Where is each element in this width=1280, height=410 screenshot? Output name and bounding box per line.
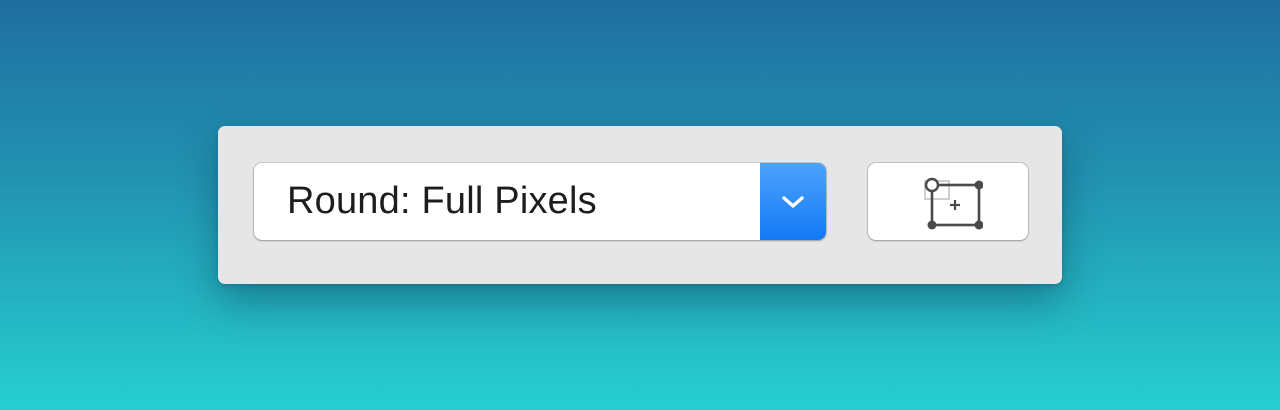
rounding-select-value: Round: Full Pixels — [287, 180, 597, 222]
resize-frame-button[interactable] — [868, 163, 1028, 240]
chevron-down-icon — [782, 195, 804, 208]
resize-frame-icon — [924, 177, 983, 229]
rounding-select[interactable]: Round: Full Pixels — [254, 163, 826, 240]
rounding-select-arrow[interactable] — [760, 163, 826, 240]
toolbar-panel: Round: Full Pixels — [218, 126, 1062, 284]
